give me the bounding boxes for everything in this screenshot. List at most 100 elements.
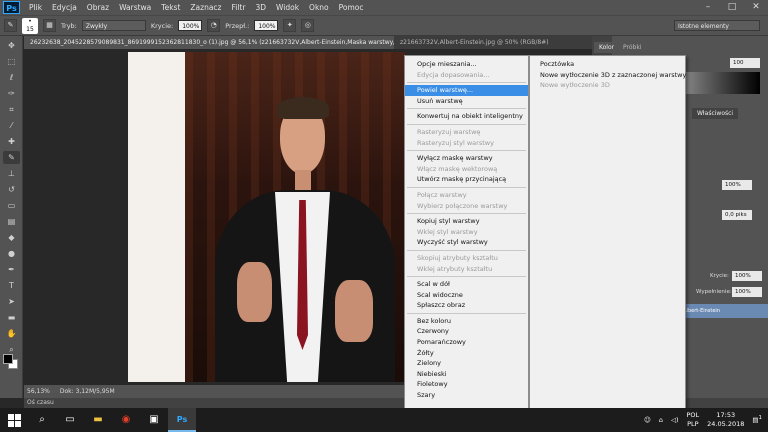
- context-menu-item: Włącz maskę wektorową: [417, 164, 498, 173]
- context-menu-item[interactable]: Utwórz maskę przycinającą: [405, 174, 528, 185]
- quick-select-tool-icon[interactable]: ✑: [3, 87, 20, 100]
- menu-filtr[interactable]: Filtr: [227, 0, 251, 15]
- eyedropper-tool-icon[interactable]: ⁄: [3, 119, 20, 132]
- tab-document-1[interactable]: 26232638_2045228579089831_86919991523628…: [24, 36, 394, 49]
- marquee-tool-icon[interactable]: ⬚: [3, 55, 20, 68]
- pressure-size-icon[interactable]: ◎: [301, 19, 315, 32]
- photoshop-icon[interactable]: Ps: [168, 408, 196, 432]
- context-menu-item[interactable]: Niebieski: [405, 369, 528, 380]
- menu-bar: Ps Plik Edycja Obraz Warstwa Tekst Zazna…: [0, 0, 768, 15]
- menu-separator: [407, 213, 526, 215]
- context-menu-item[interactable]: Wyłącz maskę warstwy: [405, 153, 528, 164]
- gradient-tool-icon[interactable]: ▤: [3, 215, 20, 228]
- chrome-icon[interactable]: ◉: [112, 408, 140, 432]
- network-icon[interactable]: ⌂: [659, 416, 663, 424]
- tab-document-2[interactable]: z21663732V,Albert-Einstein.jpg @ 50% (RG…: [394, 36, 592, 49]
- context-menu-item[interactable]: Czerwony: [405, 326, 528, 337]
- search-icon[interactable]: ⌕: [28, 408, 56, 432]
- layer-fill-field[interactable]: 100%: [732, 287, 762, 297]
- context-menu-item[interactable]: Żółty: [405, 348, 528, 359]
- tab-wlasciwosci[interactable]: Właściwości: [692, 108, 739, 119]
- tab-probki[interactable]: Próbki: [618, 42, 646, 53]
- context-menu-item[interactable]: Usuń warstwę: [405, 96, 528, 107]
- menu-warstwa[interactable]: Warstwa: [114, 0, 156, 15]
- task-view-icon[interactable]: ▭: [56, 408, 84, 432]
- context-menu-item[interactable]: Opcje mieszania...: [405, 59, 528, 70]
- layer-context-menu: Opcje mieszania... Edycja dopasowania... P…: [404, 55, 529, 409]
- close-icon[interactable]: ✕: [744, 0, 768, 15]
- menu-pomoc[interactable]: Pomoc: [334, 0, 369, 15]
- maximize-icon[interactable]: □: [720, 0, 744, 15]
- context-menu-item[interactable]: Scal widoczne: [405, 290, 528, 301]
- layer-opacity-field[interactable]: 100%: [732, 271, 762, 281]
- workspace-select[interactable]: Istotne elementy: [674, 20, 760, 31]
- pen-tool-icon[interactable]: ✒: [3, 263, 20, 276]
- context-menu-item[interactable]: Wyczyść styl warstwy: [405, 237, 528, 248]
- feather-field[interactable]: 0,0 piks: [722, 210, 752, 220]
- type-tool-icon[interactable]: T: [3, 279, 20, 292]
- context-menu-item[interactable]: Kopiuj styl warstwy: [405, 216, 528, 227]
- menu-plik[interactable]: Plik: [24, 0, 47, 15]
- brush-tool-icon[interactable]: ✎: [3, 151, 20, 164]
- notification-count: 1: [758, 415, 762, 422]
- healing-tool-icon[interactable]: ✚: [3, 135, 20, 148]
- context-menu-item[interactable]: Konwertuj na obiekt inteligentny: [405, 111, 528, 122]
- store-icon[interactable]: ▣: [140, 408, 168, 432]
- windows-start-icon[interactable]: [0, 408, 28, 432]
- flow-input[interactable]: 100%: [254, 20, 279, 31]
- context-menu-item[interactable]: Scal w dół: [405, 279, 528, 290]
- foreground-color-swatch[interactable]: [3, 354, 13, 364]
- file-explorer-icon[interactable]: ▬: [84, 408, 112, 432]
- submenu-item[interactable]: Nowe wytłoczenie 3D z zaznaczonej warstw…: [530, 70, 686, 81]
- notifications-icon[interactable]: ▤1: [752, 415, 762, 424]
- eraser-tool-icon[interactable]: ▭: [3, 199, 20, 212]
- tab-kolor[interactable]: Kolor: [594, 42, 620, 53]
- submenu-item: Nowe wytłoczenie 3D: [540, 81, 610, 90]
- path-select-tool-icon[interactable]: ➤: [3, 295, 20, 308]
- pressure-opacity-icon[interactable]: ◔: [207, 19, 221, 32]
- menu-obraz[interactable]: Obraz: [82, 0, 114, 15]
- move-tool-icon[interactable]: ✥: [3, 39, 20, 52]
- mode-select[interactable]: Zwykły: [81, 20, 146, 31]
- clock[interactable]: 17:53 24.05.2018: [707, 411, 744, 429]
- volume-icon[interactable]: ◁): [671, 416, 679, 424]
- mode-label: Tryb:: [61, 21, 77, 30]
- blur-tool-icon[interactable]: ◆: [3, 231, 20, 244]
- window-controls: – □ ✕: [696, 0, 768, 15]
- airbrush-icon[interactable]: ✦: [283, 19, 297, 32]
- context-menu-item[interactable]: Zielony: [405, 358, 528, 369]
- zoom-level[interactable]: 56,13%: [27, 388, 50, 395]
- history-brush-tool-icon[interactable]: ↺: [3, 183, 20, 196]
- context-menu-item[interactable]: Powiel warstwę...: [405, 85, 528, 96]
- menu-zaznacz[interactable]: Zaznacz: [185, 0, 226, 15]
- color-value-field[interactable]: 100: [730, 58, 760, 68]
- menu-tekst[interactable]: Tekst: [156, 0, 185, 15]
- context-menu-item[interactable]: Bez koloru: [405, 316, 528, 327]
- hand-tool-icon[interactable]: ✋: [3, 327, 20, 340]
- menu-edycja[interactable]: Edycja: [47, 0, 82, 15]
- submenu-item[interactable]: Pocztówka: [530, 59, 685, 70]
- context-menu-item[interactable]: Pomarańczowy: [405, 337, 528, 348]
- brush-preset-picker[interactable]: • 15: [22, 17, 38, 34]
- density-field[interactable]: 100%: [722, 180, 752, 190]
- shape-tool-icon[interactable]: ▬: [3, 311, 20, 324]
- minimize-icon[interactable]: –: [696, 0, 720, 15]
- brush-panel-icon[interactable]: ▦: [43, 19, 56, 32]
- people-icon[interactable]: ☺: [644, 416, 651, 424]
- lasso-tool-icon[interactable]: ℓ: [3, 71, 20, 84]
- document-size[interactable]: Dok: 3,12M/5,95M: [60, 388, 115, 395]
- context-menu-item[interactable]: Fioletowy: [405, 379, 528, 390]
- menu-widok[interactable]: Widok: [271, 0, 304, 15]
- language-indicator[interactable]: POL PLP: [687, 411, 700, 429]
- opacity-input[interactable]: 100%: [178, 20, 203, 31]
- context-menu-item[interactable]: Szary: [405, 390, 528, 401]
- dodge-tool-icon[interactable]: ●: [3, 247, 20, 260]
- options-bar: ✎ • 15 ▦ Tryb: Zwykły Krycie: 100% ◔ Prze…: [0, 15, 768, 36]
- menu-3d[interactable]: 3D: [250, 0, 271, 15]
- layer-row[interactable]: 2V,Albert-Einstein: [672, 304, 768, 318]
- context-menu-item[interactable]: Spłaszcz obraz: [405, 300, 528, 311]
- clone-stamp-tool-icon[interactable]: ⊥: [3, 167, 20, 180]
- crop-tool-icon[interactable]: ⌗: [3, 103, 20, 116]
- menu-okno[interactable]: Okno: [304, 0, 334, 15]
- brush-tool-icon[interactable]: ✎: [4, 19, 17, 32]
